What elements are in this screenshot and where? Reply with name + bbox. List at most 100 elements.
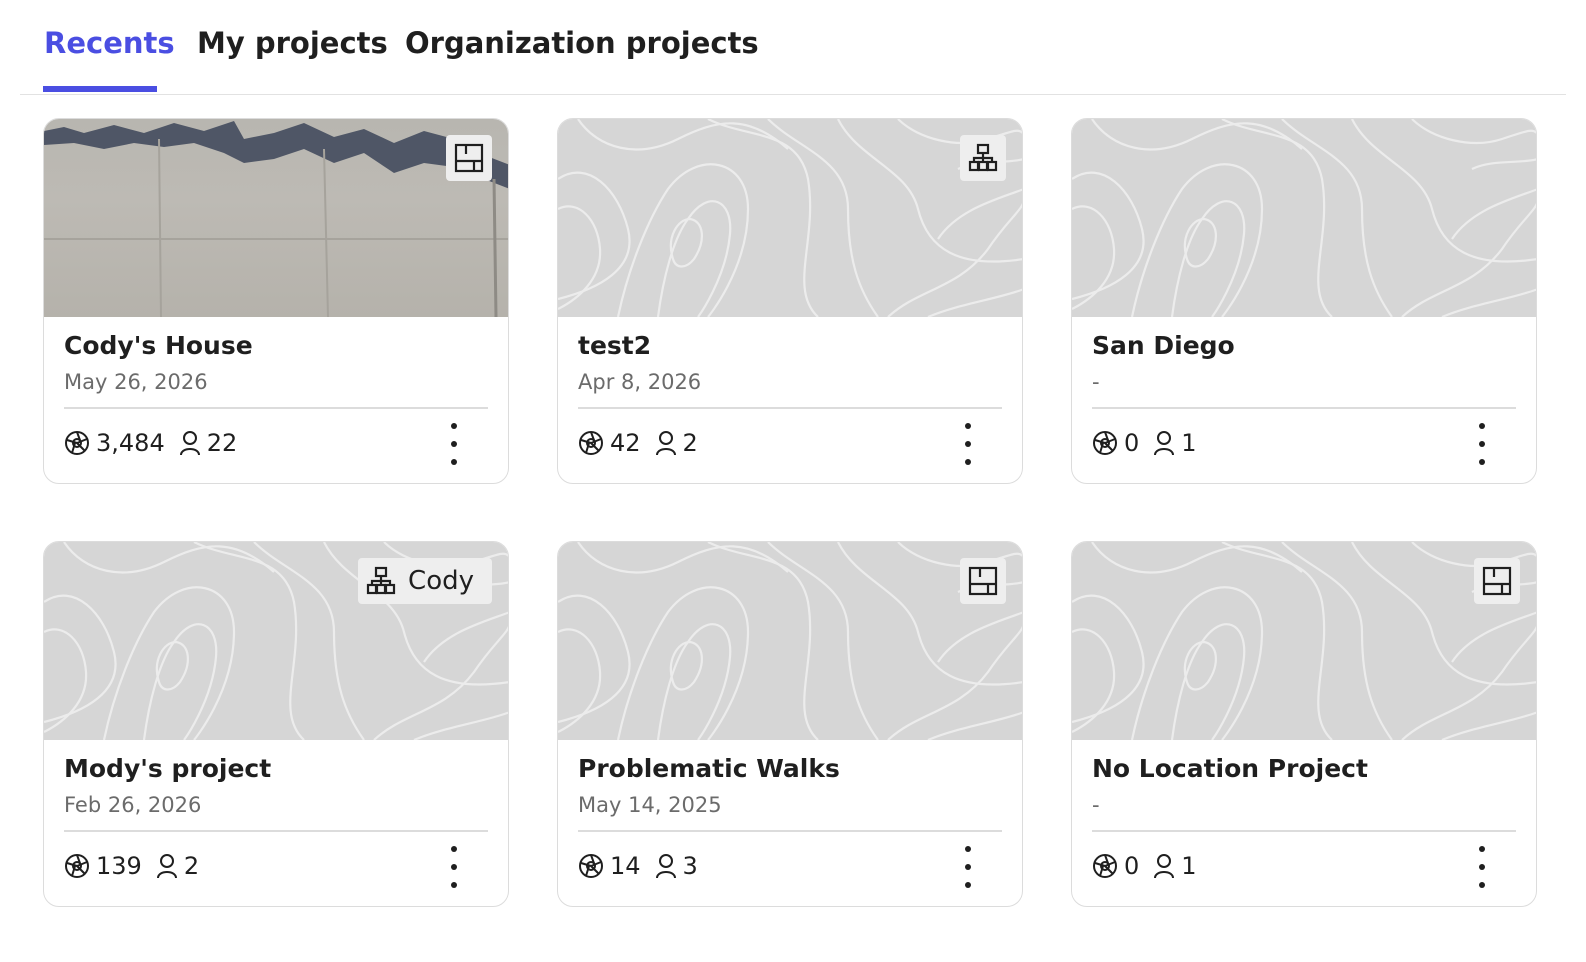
project-title: Mody's project (64, 754, 272, 783)
kebab-dot (965, 864, 971, 870)
aperture-icon (1092, 853, 1124, 879)
photo-count: 14 (610, 852, 641, 880)
project-stats: 01 (1092, 428, 1211, 458)
person-icon (1153, 853, 1181, 879)
project-thumbnail (44, 119, 508, 317)
project-stats: 42 2 (578, 428, 712, 458)
project-type-badge: Cody (358, 558, 492, 604)
project-type-badge (1474, 558, 1520, 604)
project-card[interactable]: test2 Apr 8, 2026 42 2 (557, 118, 1023, 484)
photo-count: 0 (1124, 429, 1140, 457)
kebab-dot (451, 846, 457, 852)
project-thumbnail: Cody (44, 542, 508, 740)
project-thumbnail (558, 119, 1022, 317)
project-date: - (1092, 370, 1100, 394)
active-tab-indicator (43, 86, 157, 92)
person-icon (1153, 430, 1181, 456)
member-count: 22 (206, 429, 238, 457)
project-thumbnail (1072, 119, 1536, 317)
project-card[interactable]: San Diego -0 1 (1071, 118, 1537, 484)
kebab-dot (965, 882, 971, 888)
project-date: Apr 8, 2026 (578, 370, 702, 394)
project-card[interactable]: Cody's House May 26, 2026 3,484 22 (43, 118, 509, 484)
project-thumbnail (1072, 542, 1536, 740)
person-icon (156, 853, 184, 879)
tab-organization-projects[interactable]: Organization projects (405, 26, 759, 60)
member-count: 2 (183, 852, 200, 880)
kebab-dot (965, 846, 971, 852)
person-icon (655, 430, 683, 456)
card-divider (578, 830, 1002, 832)
kebab-dot (965, 423, 971, 429)
project-type-badge (960, 558, 1006, 604)
kebab-dot (1479, 459, 1485, 465)
project-date: May 14, 2025 (578, 793, 722, 817)
project-type-badge (446, 135, 492, 181)
floorplan-icon (454, 143, 484, 173)
person-icon (655, 853, 683, 879)
photo-count: 42 (610, 429, 641, 457)
person-icon (179, 430, 207, 456)
more-options-button[interactable] (444, 423, 464, 465)
kebab-dot (1479, 423, 1485, 429)
photo-count: 0 (1124, 852, 1140, 880)
member-count: 2 (682, 429, 698, 457)
project-date: May 26, 2026 (64, 370, 208, 394)
more-options-button[interactable] (444, 846, 464, 888)
member-count: 1 (1181, 429, 1197, 457)
tab-recents[interactable]: Recents (44, 26, 175, 60)
project-title: Problematic Walks (578, 754, 840, 783)
aperture-icon (578, 430, 610, 456)
photo-count: 3,484 (96, 429, 165, 457)
more-options-button[interactable] (1472, 423, 1492, 465)
card-divider (64, 407, 488, 409)
kebab-dot (965, 459, 971, 465)
kebab-dot (451, 459, 457, 465)
card-divider (64, 830, 488, 832)
project-card[interactable]: No Location Project -0 1 (1071, 541, 1537, 907)
project-stats: 01 (1092, 851, 1211, 881)
kebab-dot (1479, 864, 1485, 870)
kebab-dot (451, 864, 457, 870)
kebab-dot (451, 441, 457, 447)
more-options-button[interactable] (958, 423, 978, 465)
kebab-dot (965, 441, 971, 447)
project-stats: 14 3 (578, 851, 712, 881)
aperture-icon (578, 853, 610, 879)
project-date: - (1092, 793, 1100, 817)
tab-my-projects[interactable]: My projects (197, 26, 388, 60)
member-count: 3 (682, 852, 698, 880)
org-chart-icon (366, 566, 396, 596)
kebab-dot (1479, 882, 1485, 888)
kebab-dot (1479, 441, 1485, 447)
project-title: test2 (578, 331, 652, 360)
aperture-icon (1092, 430, 1124, 456)
kebab-dot (1479, 846, 1485, 852)
project-tabs: Recents My projects Organization project… (20, 0, 1566, 95)
floorplan-icon (968, 566, 998, 596)
project-title: San Diego (1092, 331, 1235, 360)
photo-count: 139 (96, 852, 142, 880)
card-divider (578, 407, 1002, 409)
project-date: Feb 26, 2026 (64, 793, 202, 817)
card-divider (1092, 407, 1516, 409)
project-card[interactable]: Problematic Walks May 14, 2025 14 3 (557, 541, 1023, 907)
project-stats: 3,484 22 (64, 428, 251, 458)
project-card[interactable]: Cody Mody's project Feb 26, 2026 139 2 (43, 541, 509, 907)
floorplan-icon (1482, 566, 1512, 596)
aperture-icon (64, 430, 96, 456)
kebab-dot (451, 423, 457, 429)
kebab-dot (451, 882, 457, 888)
project-type-badge (960, 135, 1006, 181)
member-count: 1 (1181, 852, 1197, 880)
aperture-icon (64, 853, 96, 879)
badge-label: Cody (408, 566, 474, 596)
org-chart-icon (968, 143, 998, 173)
card-divider (1092, 830, 1516, 832)
project-stats: 139 2 (64, 851, 213, 881)
project-title: Cody's House (64, 331, 253, 360)
more-options-button[interactable] (1472, 846, 1492, 888)
project-title: No Location Project (1092, 754, 1368, 783)
project-thumbnail (558, 542, 1022, 740)
more-options-button[interactable] (958, 846, 978, 888)
